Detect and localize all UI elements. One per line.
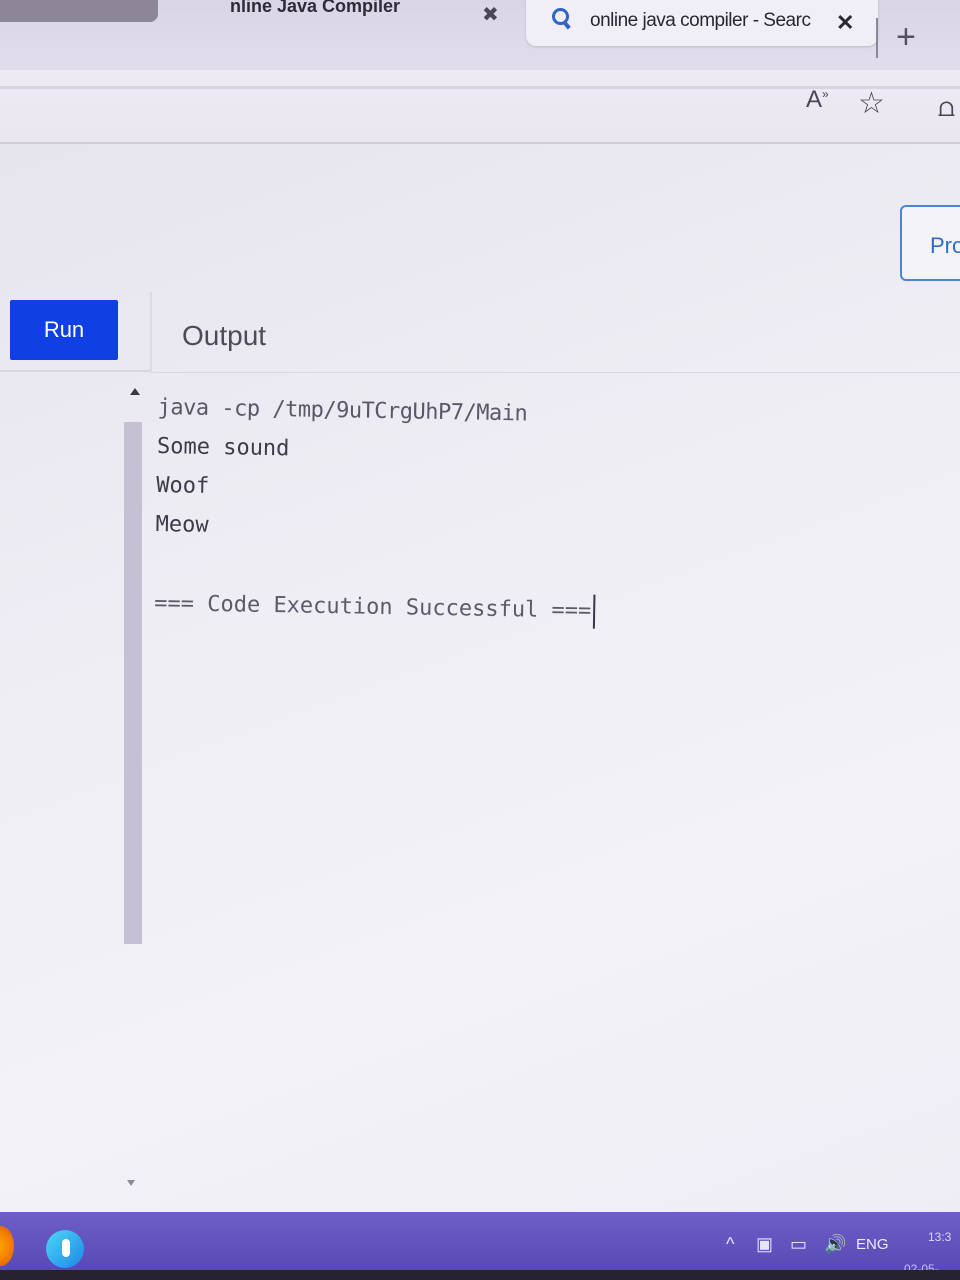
tab-title-search: online java compiler - Searc	[590, 10, 811, 31]
edge-browser-icon[interactable]	[46, 1230, 84, 1268]
output-panel-header: Output	[150, 292, 960, 373]
text-cursor	[592, 594, 596, 629]
add-favorite-icon[interactable]: ☆	[858, 86, 885, 121]
read-aloud-icon[interactable]: A»	[806, 86, 829, 114]
tab-separator	[876, 18, 878, 58]
favorites-icon[interactable]: ⩍	[938, 92, 955, 124]
tab-close-icon[interactable]: ✖	[482, 2, 499, 27]
start-icon[interactable]	[0, 1226, 14, 1266]
read-aloud-glyph: A	[806, 86, 823, 113]
tab-active-search[interactable]: online java compiler - Searc ✕	[526, 0, 878, 46]
output-console[interactable]: java -cp /tmp/9uTCrgUhP7/Main Some sound…	[154, 388, 918, 636]
run-button[interactable]: Run	[10, 300, 118, 360]
output-heading: Output	[182, 320, 267, 351]
new-tab-button[interactable]: +	[896, 20, 916, 54]
tray-language[interactable]: ENG	[856, 1236, 889, 1253]
tab-inactive-left[interactable]	[0, 0, 158, 22]
editor-divider	[0, 370, 150, 372]
monitor-bezel	[0, 1270, 960, 1280]
tab-close-icon[interactable]: ✕	[836, 10, 854, 36]
tray-chevron-up-icon[interactable]: ^	[726, 1234, 734, 1255]
browser-tab-strip: nline Java Compiler ✖ online java compil…	[0, 0, 960, 70]
scrollbar[interactable]	[124, 422, 142, 944]
scroll-down-arrow-icon[interactable]	[127, 1180, 135, 1186]
console-success-text: === Code Execution Successful ===	[154, 590, 592, 624]
tab-title-java-compiler[interactable]: nline Java Compiler	[230, 0, 400, 17]
search-icon	[552, 8, 569, 25]
pro-button-label: Pro	[930, 233, 960, 258]
screen: nline Java Compiler ✖ online java compil…	[0, 0, 960, 1280]
read-aloud-waves: »	[822, 87, 829, 101]
scroll-up-arrow-icon[interactable]	[130, 388, 140, 395]
pro-button[interactable]: Pro	[900, 205, 960, 281]
browser-toolbar: A» ☆ ⩍	[0, 70, 960, 144]
tray-clock-time[interactable]: 13:3	[928, 1230, 951, 1244]
tray-system-icons[interactable]: ▣ ▭ 🔊	[756, 1234, 852, 1255]
